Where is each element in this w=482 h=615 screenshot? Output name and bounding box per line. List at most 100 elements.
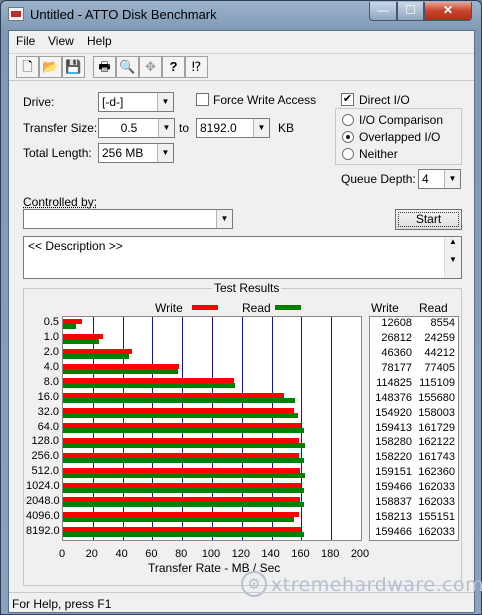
write-value: 154920	[375, 406, 412, 419]
drive-select[interactable]: [-d-] ▼	[98, 92, 174, 112]
write-value: 12608	[381, 317, 412, 330]
read-value: 162033	[418, 495, 455, 508]
y-tick-label: 4096.0	[26, 509, 60, 522]
description-text: << Description >>	[28, 239, 123, 253]
context-help-icon[interactable]: ⁉	[185, 56, 208, 78]
save-icon[interactable]: 💾	[62, 56, 85, 78]
start-button[interactable]: Start	[395, 209, 462, 230]
overlapped-io-radio[interactable]	[342, 131, 354, 143]
gridline	[331, 317, 333, 540]
menu-view[interactable]: View	[48, 34, 74, 48]
y-tick-label: 1.0	[43, 331, 59, 344]
transfer-to-value: 8192.0	[200, 121, 237, 135]
neither-label: Neither	[359, 147, 398, 161]
drive-label: Drive:	[23, 95, 55, 109]
x-tick-label: 80	[175, 548, 188, 560]
read-bar	[63, 368, 179, 374]
direct-io-label: Direct I/O	[359, 93, 410, 107]
x-tick-label: 180	[321, 548, 340, 560]
client-area: File View Help 🗋 📂 💾 🖶 🔍 ✥ ? ⁉ Drive: [-…	[8, 30, 482, 613]
io-comparison-radio[interactable]	[342, 114, 354, 126]
transfer-from-select[interactable]: 0.5 ▼	[98, 118, 175, 138]
close-button[interactable]: ✕	[424, 2, 472, 21]
chevron-down-icon[interactable]: ▼	[253, 119, 269, 137]
write-value: 158213	[375, 510, 412, 523]
read-value: 24259	[424, 332, 455, 345]
read-bar	[63, 457, 304, 463]
write-value: 26812	[381, 332, 412, 345]
read-value: 44212	[424, 347, 455, 360]
legend-write-label: Write	[155, 301, 183, 315]
write-value: 159151	[375, 466, 412, 479]
read-value: 155680	[418, 391, 455, 404]
chevron-down-icon[interactable]: ▼	[216, 210, 232, 228]
description-box[interactable]: << Description >> ▲ ▼	[23, 236, 462, 279]
neither-radio[interactable]	[342, 148, 354, 160]
results-chart	[62, 316, 362, 541]
read-value: 8554	[430, 317, 455, 330]
queue-depth-select[interactable]: 4 ▼	[418, 169, 461, 189]
read-value: 161743	[418, 451, 455, 464]
title-bar[interactable]: Untitled - ATTO Disk Benchmark — ☐ ✕	[1, 1, 481, 29]
description-scrollbar[interactable]: ▲ ▼	[444, 237, 461, 278]
status-text: For Help, press F1	[12, 597, 112, 611]
chevron-down-icon[interactable]: ▼	[158, 119, 174, 137]
write-value: 159466	[375, 480, 412, 493]
x-tick-label: 200	[350, 548, 370, 560]
window-title: Untitled - ATTO Disk Benchmark	[30, 7, 217, 22]
total-length-value: 256 MB	[102, 146, 144, 160]
toolbar: 🗋 📂 💾 🖶 🔍 ✥ ? ⁉	[9, 53, 474, 81]
total-length-select[interactable]: 256 MB ▼	[98, 143, 174, 163]
force-write-label: Force Write Access	[213, 93, 317, 107]
move-icon[interactable]: ✥	[139, 56, 162, 78]
y-tick-label: 4.0	[43, 361, 59, 374]
controlled-by-select[interactable]: ▼	[23, 209, 233, 229]
write-value: 46360	[381, 347, 412, 360]
maximize-button[interactable]: ☐	[397, 2, 424, 21]
write-value: 78177	[381, 362, 412, 375]
read-bar	[63, 413, 299, 419]
read-bar	[63, 502, 305, 508]
x-tick-label: 20	[85, 548, 98, 560]
total-length-label: Total Length:	[23, 146, 92, 160]
read-value: 161729	[418, 421, 455, 434]
chevron-down-icon[interactable]: ▼	[157, 93, 173, 111]
read-bar	[63, 338, 100, 344]
menu-file[interactable]: File	[16, 34, 35, 48]
help-icon[interactable]: ?	[162, 56, 185, 78]
chevron-down-icon[interactable]: ▼	[444, 170, 460, 188]
queue-depth-value: 4	[422, 172, 429, 186]
x-tick-label: 160	[291, 548, 310, 560]
read-value: 115109	[419, 376, 455, 389]
print-icon[interactable]: 🖶	[93, 56, 116, 78]
write-column-header: Write	[371, 301, 399, 315]
force-write-checkbox[interactable]	[196, 93, 209, 106]
read-bar	[63, 472, 305, 478]
app-window: Untitled - ATTO Disk Benchmark — ☐ ✕ Fil…	[0, 0, 482, 615]
overlapped-io-label: Overlapped I/O	[359, 130, 441, 144]
status-bar: For Help, press F1	[9, 592, 474, 613]
write-value: 159413	[375, 421, 412, 434]
write-value: 158837	[375, 495, 412, 508]
transfer-from-value: 0.5	[120, 121, 138, 135]
read-value: 162360	[418, 466, 455, 479]
read-value: 155151	[418, 510, 455, 523]
y-tick-label: 2048.0	[26, 494, 60, 507]
transfer-to-select[interactable]: 8192.0 ▼	[196, 118, 270, 138]
open-folder-icon[interactable]: 📂	[39, 56, 62, 78]
y-tick-label: 2.0	[43, 346, 59, 359]
y-tick-label: 1024.0	[26, 479, 60, 492]
y-tick-label: 16.0	[37, 390, 59, 403]
new-file-icon[interactable]: 🗋	[16, 56, 39, 78]
read-value: 162033	[418, 480, 455, 493]
y-tick-label: 0.5	[43, 316, 59, 329]
minimize-button[interactable]: —	[369, 2, 397, 21]
io-comparison-label: I/O Comparison	[359, 113, 444, 127]
menu-help[interactable]: Help	[87, 34, 112, 48]
direct-io-checkbox[interactable]: ✔	[341, 93, 354, 106]
chevron-down-icon[interactable]: ▼	[157, 144, 173, 162]
x-tick-label: 100	[201, 548, 221, 560]
y-tick-label: 8.0	[43, 375, 59, 388]
read-bar	[63, 398, 295, 404]
print-preview-icon[interactable]: 🔍	[116, 56, 139, 78]
